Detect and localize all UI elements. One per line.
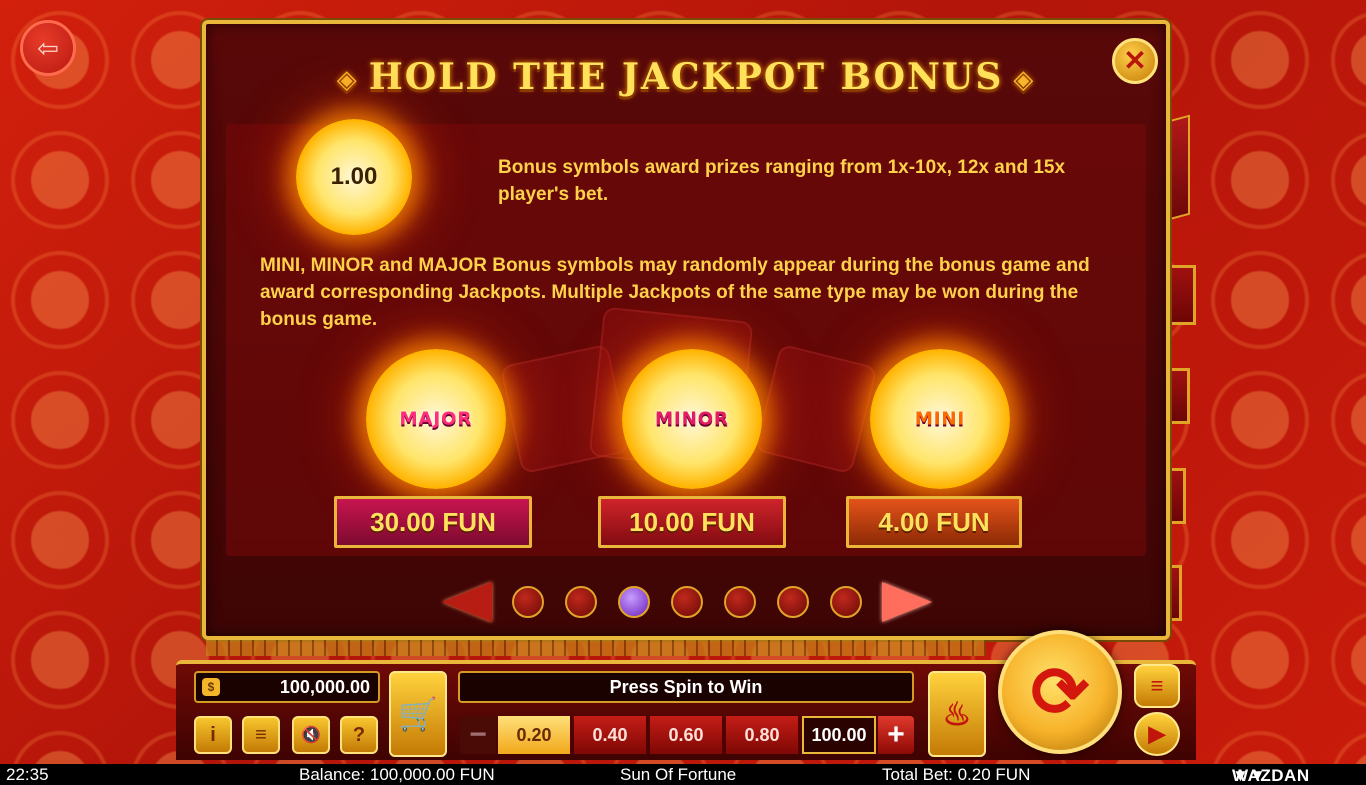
info-button[interactable]: i xyxy=(194,716,232,754)
autoplay-button[interactable]: ▶ xyxy=(1134,712,1180,756)
major-symbol: MAJOR xyxy=(366,349,506,489)
footer-total-bet: Total Bet: 0.20 FUN xyxy=(882,765,1031,784)
mini-tag: MINI xyxy=(914,408,966,430)
sound-mute-icon: 🔇 xyxy=(301,727,321,744)
help-button[interactable]: ? xyxy=(340,716,378,754)
bet-option-1[interactable]: 0.20 xyxy=(498,716,572,754)
modal-title: HOLD THE JACKPOT BONUS xyxy=(368,56,1004,98)
bet-option-3[interactable]: 0.60 xyxy=(650,716,724,754)
mini-jackpot-amount: 4.00 FUN xyxy=(846,496,1022,548)
bet-option-max[interactable]: 100.00 xyxy=(802,716,876,754)
menu-button[interactable]: ≡ xyxy=(242,716,280,754)
clock: 22:35 xyxy=(6,765,49,784)
page-dot-4[interactable] xyxy=(671,586,703,618)
exit-button[interactable]: ⇦ xyxy=(20,20,76,76)
diamond-ornament-icon: ◈ xyxy=(336,65,359,95)
intro-description: Bonus symbols award prizes ranging from … xyxy=(498,157,1066,205)
status-message: Press Spin to Win xyxy=(458,671,914,703)
sound-button[interactable]: 🔇 xyxy=(292,716,330,754)
major-jackpot-amount: 30.00 FUN xyxy=(334,496,532,548)
minor-symbol: MINOR xyxy=(622,349,762,489)
turbo-button[interactable]: ≡ xyxy=(1134,664,1180,708)
page-navigation xyxy=(206,580,1166,624)
bet-decrease-button[interactable]: − xyxy=(460,716,496,754)
side-slot-1 xyxy=(1166,265,1196,325)
page-dot-1[interactable] xyxy=(512,586,544,618)
shopping-cart-icon: 🛒 xyxy=(398,696,438,732)
page-dot-5[interactable] xyxy=(724,586,756,618)
modal-title-row: ◈ HOLD THE JACKPOT BONUS ◈ xyxy=(206,56,1166,98)
turbo-icon: ≡ xyxy=(1150,673,1164,698)
chili-peppers-icon: ♨ xyxy=(942,696,972,732)
balance-value: 100,000.00 xyxy=(279,676,370,697)
bonus-symbol: 1.00 xyxy=(296,119,412,235)
mini-symbol: MINI xyxy=(870,349,1010,489)
bet-option-4[interactable]: 0.80 xyxy=(726,716,800,754)
money-bag-icon: $ xyxy=(202,678,220,696)
buy-feature-button[interactable]: 🛒 xyxy=(389,671,447,757)
reel-frame-ornament xyxy=(206,640,986,656)
volatility-button[interactable]: ♨ xyxy=(928,671,986,757)
page-dot-7[interactable] xyxy=(830,586,862,618)
page-dot-3[interactable] xyxy=(618,586,650,618)
brand-name: WAZDAN xyxy=(1232,766,1310,785)
menu-icon: ≡ xyxy=(255,723,267,746)
info-icon: i xyxy=(210,723,216,746)
autoplay-icon: ▶ xyxy=(1148,721,1166,746)
exit-icon: ⇦ xyxy=(37,32,59,63)
spin-button[interactable]: ⟳ xyxy=(998,630,1122,754)
minor-jackpot-amount: 10.00 FUN xyxy=(598,496,786,548)
close-button[interactable]: ✕ xyxy=(1112,38,1158,84)
page-dot-6[interactable] xyxy=(777,586,809,618)
bonus-symbol-value: 1.00 xyxy=(330,163,378,190)
bet-increase-button[interactable]: + xyxy=(878,716,914,754)
next-page-arrow-icon[interactable] xyxy=(882,582,932,622)
spin-arrows-icon: ⟳ xyxy=(1030,653,1090,731)
footer-balance: Balance: 100,000.00 FUN xyxy=(299,765,495,784)
status-footer: 22:35 Balance: 100,000.00 FUN Sun Of For… xyxy=(0,764,1366,785)
diamond-ornament-icon: ◈ xyxy=(1013,65,1036,95)
minor-tag: MINOR xyxy=(655,408,729,430)
bet-option-2[interactable]: 0.40 xyxy=(574,716,648,754)
bonus-info-modal: ◈ HOLD THE JACKPOT BONUS ◈ ✕ 1.00 Bonus sy… xyxy=(202,20,1170,640)
game-name: Sun Of Fortune xyxy=(620,765,737,784)
close-icon: ✕ xyxy=(1123,45,1147,76)
help-icon: ? xyxy=(352,723,366,746)
major-tag: MAJOR xyxy=(399,408,473,430)
jackpot-description: MINI, MINOR and MAJOR Bonus symbols may … xyxy=(260,255,1090,330)
previous-page-arrow-icon[interactable] xyxy=(442,582,492,622)
page-dot-2[interactable] xyxy=(565,586,597,618)
balance-display: $ 100,000.00 xyxy=(194,671,380,703)
